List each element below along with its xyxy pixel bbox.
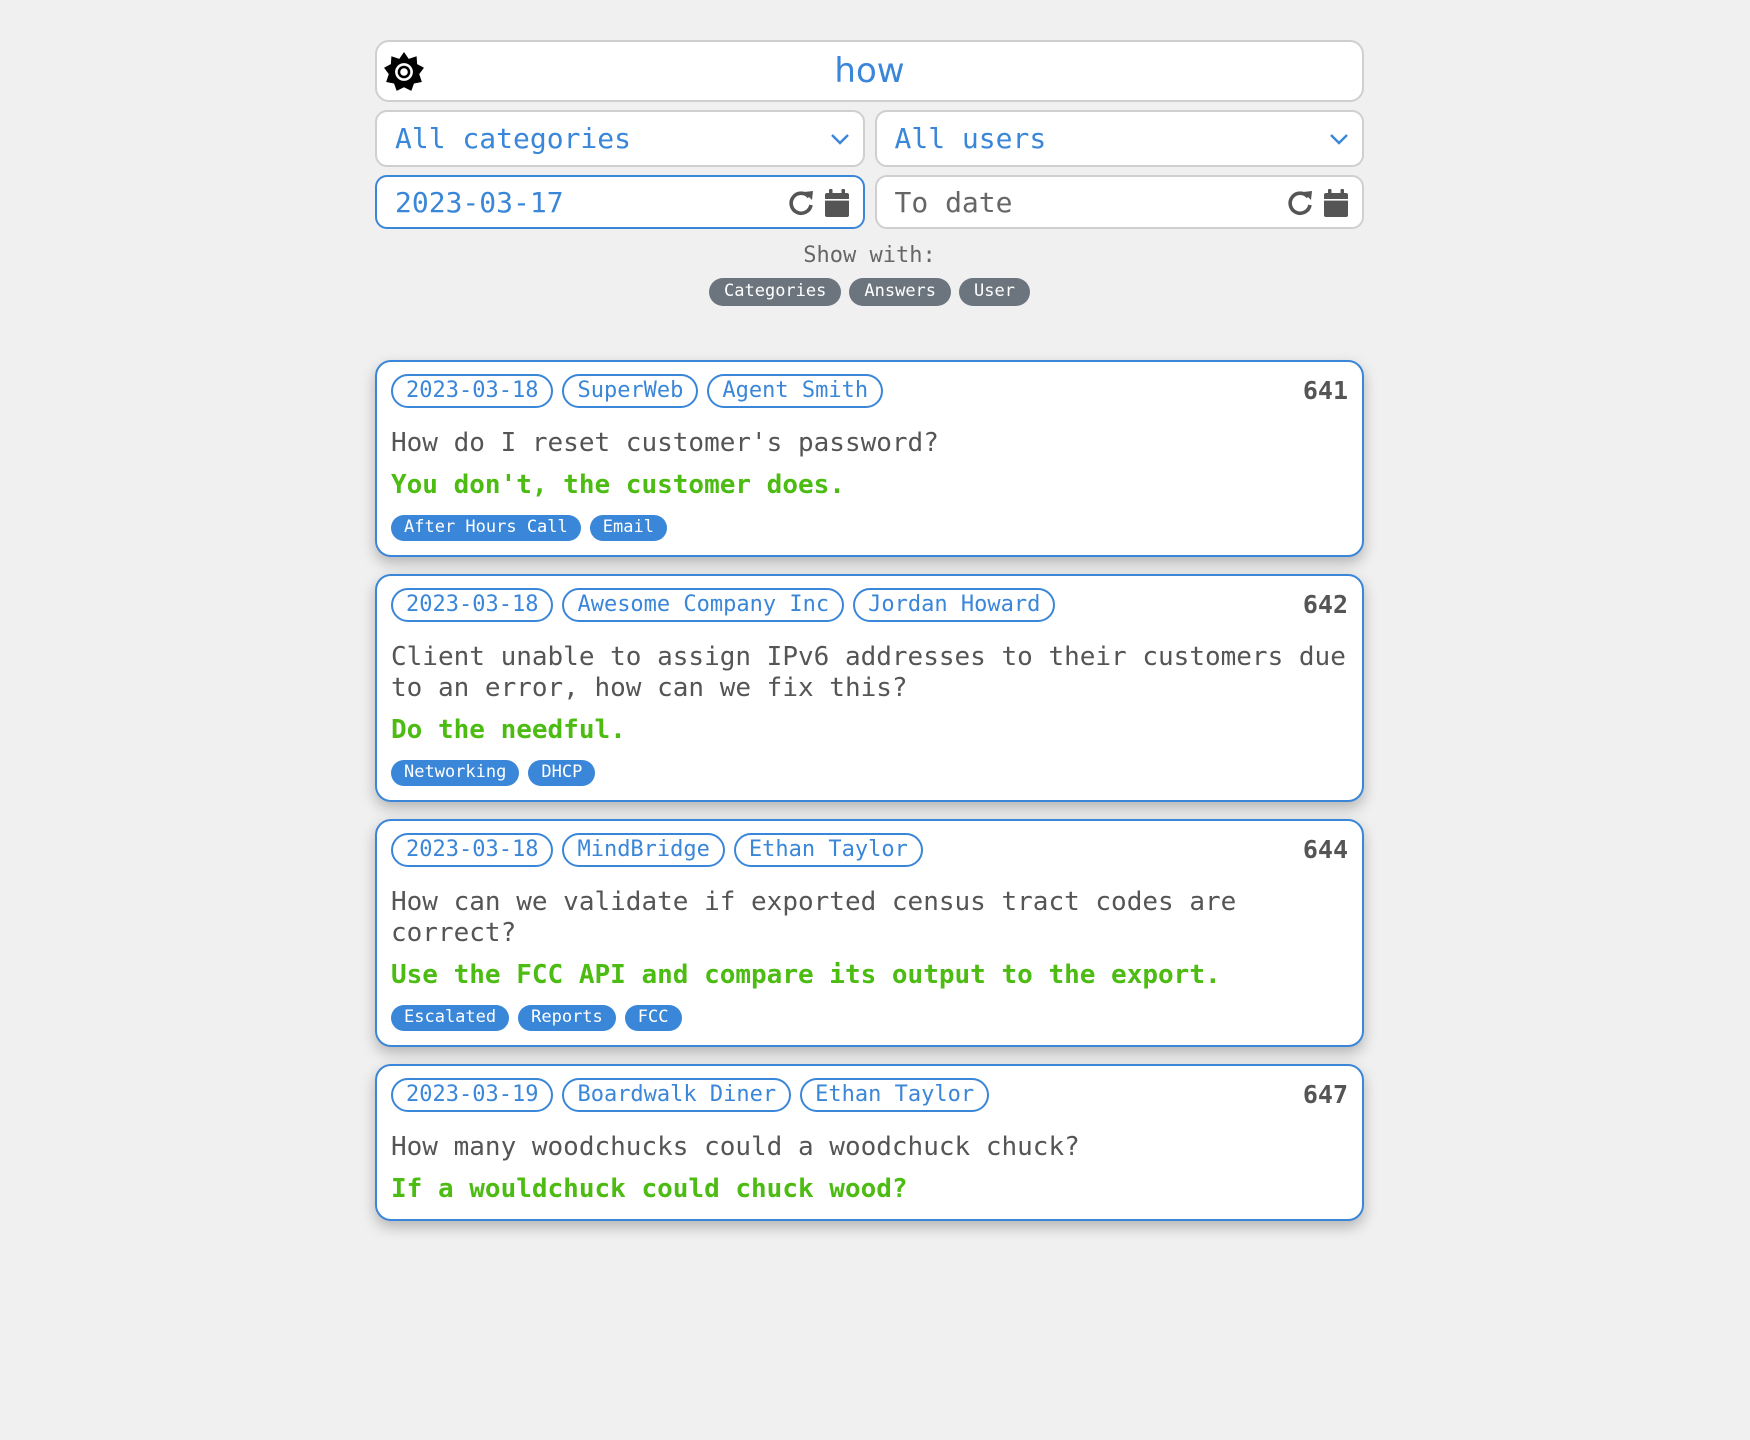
result-id: 642 [1302, 590, 1348, 619]
result-card[interactable]: 2023-03-18 SuperWeb Agent Smith 641 How … [375, 360, 1364, 557]
user-tag[interactable]: Jordan Howard [853, 588, 1056, 622]
user-select-value: All users [894, 122, 1047, 155]
result-card[interactable]: 2023-03-19 Boardwalk Diner Ethan Taylor … [375, 1064, 1364, 1221]
question-text: Client unable to assign IPv6 addresses t… [391, 642, 1346, 703]
category-badge[interactable]: DHCP [528, 760, 596, 786]
result-id: 644 [1302, 835, 1348, 864]
date-tag[interactable]: 2023-03-18 [391, 374, 554, 408]
question-text: How do I reset customer's password? [391, 428, 939, 458]
to-date-placeholder: To date [894, 185, 1013, 219]
user-tag[interactable]: Ethan Taylor [800, 1078, 990, 1112]
calendar-icon[interactable] [823, 188, 851, 218]
category-badge[interactable]: After Hours Call [391, 515, 581, 541]
answer-text: Do the needful. [391, 715, 626, 745]
answer-text: Use the FCC API and compare its output t… [391, 960, 1221, 990]
to-date-field[interactable]: To date [874, 175, 1364, 229]
result-id: 647 [1302, 1080, 1348, 1109]
show-categories-toggle[interactable]: Categories [709, 278, 842, 306]
chevron-down-icon [830, 134, 849, 145]
from-date-value: 2023-03-17 [395, 185, 564, 219]
date-tag[interactable]: 2023-03-18 [391, 833, 554, 867]
result-id: 641 [1302, 376, 1348, 405]
show-with-options: Categories Answers User [375, 278, 1364, 306]
search-panel: All categories All users 2023-03-17 [375, 40, 1364, 1238]
company-tag[interactable]: MindBridge [562, 833, 725, 867]
category-badge[interactable]: Reports [518, 1005, 616, 1031]
date-tag[interactable]: 2023-03-19 [391, 1078, 554, 1112]
gear-icon[interactable] [383, 51, 425, 93]
show-user-toggle[interactable]: User [959, 278, 1030, 306]
category-badge[interactable]: FCC [624, 1005, 682, 1031]
company-tag[interactable]: Boardwalk Diner [562, 1078, 792, 1112]
category-badge[interactable]: Escalated [391, 1005, 510, 1031]
answer-text: You don't, the customer does. [391, 470, 845, 500]
result-card[interactable]: 2023-03-18 MindBridge Ethan Taylor 644 H… [375, 819, 1364, 1047]
search-input[interactable] [377, 42, 1362, 100]
show-with-label: Show with: [803, 243, 936, 268]
question-text: How many woodchucks could a woodchuck ch… [391, 1132, 1080, 1162]
reset-icon[interactable] [787, 188, 815, 218]
result-card[interactable]: 2023-03-18 Awesome Company Inc Jordan Ho… [375, 574, 1364, 802]
user-select[interactable]: All users [874, 110, 1364, 167]
question-text: How can we validate if exported census t… [391, 887, 1237, 948]
company-tag[interactable]: Awesome Company Inc [562, 588, 845, 622]
company-tag[interactable]: SuperWeb [562, 374, 699, 408]
answer-text: If a wouldchuck could chuck wood? [391, 1174, 908, 1204]
show-answers-toggle[interactable]: Answers [849, 278, 952, 306]
user-tag[interactable]: Agent Smith [707, 374, 884, 408]
results-list: 2023-03-18 SuperWeb Agent Smith 641 How … [375, 360, 1364, 1221]
category-badge[interactable]: Email [589, 515, 667, 541]
category-select-value: All categories [395, 122, 632, 155]
category-select[interactable]: All categories [375, 110, 865, 167]
chevron-down-icon [1330, 134, 1348, 145]
search-box [375, 40, 1364, 102]
from-date-field[interactable]: 2023-03-17 [375, 175, 865, 229]
date-tag[interactable]: 2023-03-18 [391, 588, 554, 622]
category-badge[interactable]: Networking [391, 760, 520, 786]
reset-icon[interactable] [1286, 188, 1314, 218]
calendar-icon[interactable] [1322, 188, 1350, 218]
user-tag[interactable]: Ethan Taylor [733, 833, 923, 867]
